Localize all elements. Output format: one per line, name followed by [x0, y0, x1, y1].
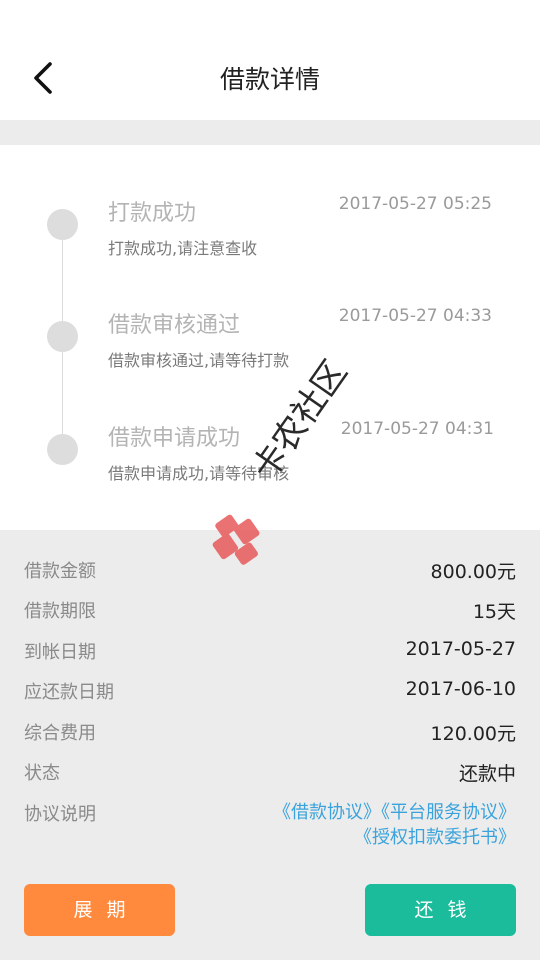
top-bar: 借款详情 — [0, 0, 540, 120]
detail-label: 借款金额 — [24, 561, 96, 582]
detail-row-agreements: 协议说明 《借款协议》《平台服务协议》 《授权扣款委托书》 — [24, 800, 516, 856]
authorization-agreement-link[interactable]: 《授权扣款委托书》 — [354, 827, 516, 848]
timeline-item-time: 2017-05-27 05:25 — [338, 194, 492, 214]
timeline-item-time: 2017-05-27 04:33 — [338, 306, 492, 326]
timeline-item-desc: 借款申请成功,请等待审核 — [108, 464, 290, 483]
timeline-item-desc: 打款成功,请注意查收 — [108, 239, 258, 258]
repay-button[interactable]: 还钱 — [365, 884, 516, 936]
timeline-dot — [47, 434, 78, 465]
timeline-dot — [47, 209, 78, 240]
timeline-item-desc: 借款审核通过,请等待打款 — [108, 351, 290, 370]
timeline-item-title: 打款成功 — [108, 201, 197, 226]
detail-value: 120.00元 — [430, 723, 516, 745]
detail-row-amount: 借款金额 800.00元 — [24, 557, 516, 587]
detail-label: 状态 — [24, 763, 60, 784]
timeline-item: 借款申请成功 2017-05-27 04:31 借款申请成功,请等待审核 — [0, 419, 540, 520]
detail-value: 800.00元 — [430, 561, 516, 583]
detail-value: 15天 — [472, 601, 516, 623]
agreement-links: 《借款协议》《平台服务协议》 《授权扣款委托书》 — [273, 800, 516, 850]
detail-row-term: 借款期限 15天 — [24, 597, 516, 627]
detail-label: 借款期限 — [24, 601, 96, 622]
detail-row-status: 状态 还款中 — [24, 759, 516, 789]
detail-label: 综合费用 — [24, 723, 96, 744]
detail-value: 2017-06-10 — [405, 678, 516, 700]
platform-agreement-link[interactable]: 《平台服务协议》 — [381, 802, 516, 823]
status-value: 还款中 — [458, 763, 516, 785]
detail-row-repay-date: 应还款日期 2017-06-10 — [24, 678, 516, 708]
detail-value: 2017-05-27 — [405, 638, 516, 660]
timeline-item-title: 借款审核通过 — [108, 313, 241, 338]
detail-row-arrival-date: 到帐日期 2017-05-27 — [24, 638, 516, 668]
timeline-item-title: 借款申请成功 — [108, 426, 241, 451]
timeline-item: 打款成功 2017-05-27 05:25 打款成功,请注意查收 — [0, 194, 540, 295]
detail-row-fee: 综合费用 120.00元 — [24, 719, 516, 749]
timeline-item: 借款审核通过 2017-05-27 04:33 借款审核通过,请等待打款 — [0, 306, 540, 407]
timeline-item-time: 2017-05-27 04:31 — [340, 419, 494, 439]
detail-label: 协议说明 — [24, 804, 96, 825]
page-title: 借款详情 — [219, 65, 320, 94]
timeline-dot — [47, 321, 78, 352]
extend-button[interactable]: 展期 — [24, 884, 175, 936]
detail-label: 应还款日期 — [24, 682, 114, 703]
detail-label: 到帐日期 — [24, 642, 96, 663]
loan-agreement-link[interactable]: 《借款协议》 — [273, 802, 381, 823]
loan-timeline: 打款成功 2017-05-27 05:25 打款成功,请注意查收 借款审核通过 … — [0, 145, 540, 530]
